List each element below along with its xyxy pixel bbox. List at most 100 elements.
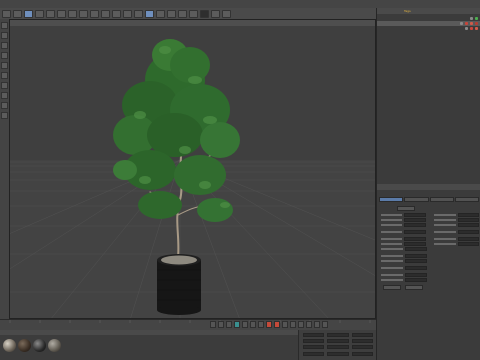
visibility-dot-icon[interactable] <box>470 17 473 20</box>
material-tag-icon[interactable] <box>475 22 478 25</box>
points-mode-button[interactable] <box>1 62 8 69</box>
attribute-tab[interactable] <box>404 197 429 202</box>
render-view-button[interactable] <box>112 9 121 18</box>
keyframe-selection-button[interactable] <box>282 321 288 328</box>
next-key-button[interactable] <box>250 321 256 328</box>
attribute-checkbox[interactable] <box>457 237 480 241</box>
menu-item[interactable] <box>95 1 101 7</box>
rotate-tool-button[interactable] <box>57 9 66 18</box>
viewport-menu-item[interactable] <box>31 20 35 26</box>
attribute-tab[interactable] <box>379 197 404 202</box>
polygons-mode-button[interactable] <box>1 82 8 89</box>
attribute-checkbox[interactable] <box>404 242 426 246</box>
render-picture-viewer-button[interactable] <box>123 9 132 18</box>
material-tag-icon[interactable] <box>470 22 473 25</box>
attribute-field[interactable] <box>457 223 480 227</box>
object-menu-item[interactable] <box>387 8 389 14</box>
workplane-button[interactable] <box>1 52 8 59</box>
menu-item[interactable] <box>116 1 122 7</box>
object-menu-item[interactable] <box>395 8 397 14</box>
attribute-button[interactable] <box>397 206 415 211</box>
lock-workplane-button[interactable] <box>1 112 8 119</box>
attribute-button[interactable] <box>405 285 423 290</box>
position-z-field[interactable] <box>303 345 325 349</box>
coordinate-mode-dropdown[interactable] <box>303 352 325 356</box>
attribute-swatch[interactable] <box>405 259 427 263</box>
material-swatch[interactable] <box>33 339 46 352</box>
attribute-dropdown[interactable] <box>405 254 427 258</box>
autokey-button[interactable] <box>274 321 280 328</box>
scale-tool-button[interactable] <box>46 9 55 18</box>
attribute-tab[interactable] <box>454 197 479 202</box>
attribute-field[interactable] <box>457 230 480 234</box>
object-menu-item[interactable] <box>391 8 393 14</box>
go-to-end-button[interactable] <box>258 321 264 328</box>
material-swatch[interactable] <box>48 339 61 352</box>
attribute-checkbox[interactable] <box>405 247 427 251</box>
record-button[interactable] <box>266 321 272 328</box>
size-y-field[interactable] <box>327 339 349 343</box>
next-frame-button[interactable] <box>242 321 248 328</box>
menu-item[interactable] <box>109 1 115 7</box>
undo-button[interactable] <box>2 9 11 18</box>
menu-item[interactable] <box>39 1 45 7</box>
menu-item[interactable] <box>46 1 52 7</box>
size-mode-dropdown[interactable] <box>327 352 349 356</box>
object-row[interactable] <box>377 26 480 31</box>
object-menu-item[interactable] <box>399 8 401 14</box>
attribute-dropdown[interactable] <box>405 278 427 282</box>
menu-item[interactable] <box>88 1 94 7</box>
scale-key-button[interactable] <box>298 321 304 328</box>
material-tag-icon[interactable] <box>465 22 468 25</box>
menu-item[interactable] <box>102 1 108 7</box>
cube-primitive-button[interactable] <box>145 9 154 18</box>
parameter-key-button[interactable] <box>314 321 320 328</box>
apply-button[interactable] <box>351 352 373 356</box>
play-button[interactable] <box>234 321 240 328</box>
texture-mode-button[interactable] <box>1 42 8 49</box>
attribute-field[interactable] <box>404 230 426 234</box>
size-x-field[interactable] <box>327 333 349 337</box>
snapping-button[interactable] <box>1 102 8 109</box>
spline-button[interactable] <box>156 9 165 18</box>
menu-item[interactable] <box>130 1 136 7</box>
menu-item[interactable] <box>123 1 129 7</box>
timeline-menu-button[interactable] <box>322 321 328 328</box>
position-x-field[interactable] <box>303 333 325 337</box>
menu-item[interactable] <box>81 1 87 7</box>
position-key-button[interactable] <box>290 321 296 328</box>
attribute-field[interactable] <box>457 218 480 222</box>
viewport-menu-item[interactable] <box>19 20 23 26</box>
model-mode-button[interactable] <box>1 32 8 39</box>
rotation-p-field[interactable] <box>351 339 373 343</box>
attribute-tab[interactable] <box>429 197 454 202</box>
previous-key-button[interactable] <box>218 321 224 328</box>
live-selection-button[interactable] <box>24 9 33 18</box>
x-axis-button[interactable] <box>68 9 77 18</box>
menu-item[interactable] <box>67 1 73 7</box>
menu-item[interactable] <box>60 1 66 7</box>
array-button[interactable] <box>178 9 187 18</box>
material-swatch[interactable] <box>3 339 16 352</box>
material-tag-icon[interactable] <box>470 27 473 30</box>
rotation-b-field[interactable] <box>351 345 373 349</box>
menu-item[interactable] <box>25 1 31 7</box>
attribute-field[interactable] <box>404 213 426 217</box>
menu-item[interactable] <box>18 1 24 7</box>
enabled-check-icon[interactable] <box>475 17 478 20</box>
viewport-menu-item[interactable] <box>43 20 47 26</box>
coordinate-system-button[interactable] <box>101 9 110 18</box>
menu-item[interactable] <box>53 1 59 7</box>
deformer-button[interactable] <box>189 9 198 18</box>
material-swatch[interactable] <box>18 339 31 352</box>
move-tool-button[interactable] <box>35 9 44 18</box>
visibility-dot-icon[interactable] <box>465 27 468 30</box>
size-z-field[interactable] <box>327 345 349 349</box>
attribute-checkbox[interactable] <box>404 237 426 241</box>
attribute-field[interactable] <box>404 223 426 227</box>
attribute-dropdown[interactable] <box>405 266 427 270</box>
rotation-key-button[interactable] <box>306 321 312 328</box>
render-settings-button[interactable] <box>134 9 143 18</box>
y-axis-button[interactable] <box>79 9 88 18</box>
make-editable-button[interactable] <box>1 22 8 29</box>
